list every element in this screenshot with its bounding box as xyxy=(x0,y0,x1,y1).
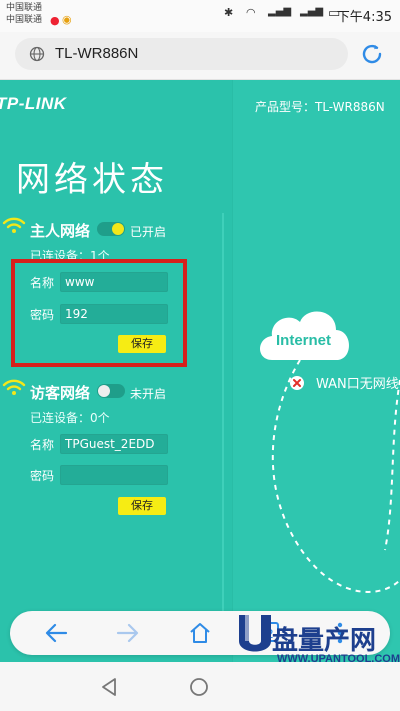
home-icon[interactable] xyxy=(188,621,212,645)
toggle-knob xyxy=(98,385,110,397)
guest-name-field[interactable]: TPGuest_2EDD xyxy=(60,434,168,454)
watermark-text: 盘量产网 xyxy=(272,626,377,656)
wan-status: WAN口无网线 xyxy=(316,377,399,392)
guest-network-connected: 已连设备：0个 xyxy=(30,411,110,425)
url-text: TL-WR886N xyxy=(55,45,139,62)
globe-icon xyxy=(29,46,45,62)
guest-network-title: 访客网络 xyxy=(30,384,91,402)
watermark-logo-icon xyxy=(239,615,271,652)
carrier-2: 中国联通 xyxy=(6,15,43,25)
wifi-icon xyxy=(2,217,26,233)
notification-icon: ● xyxy=(50,14,60,27)
refresh-icon[interactable] xyxy=(360,42,384,66)
guest-network-state: 未开启 xyxy=(130,387,167,401)
nav-home-icon[interactable] xyxy=(189,677,209,697)
main-network-toggle[interactable] xyxy=(97,222,125,236)
signal-icon: ▂▄▆ xyxy=(268,6,292,17)
guest-name-label: 名称 xyxy=(30,438,55,452)
address-bar: TL-WR886N xyxy=(0,32,400,80)
bluetooth-icon: ✱ xyxy=(224,6,234,19)
network-topology-diagram xyxy=(271,359,400,593)
signal-icon: ▂▄▆ xyxy=(300,6,324,17)
guest-network-toggle[interactable] xyxy=(97,384,125,398)
forward-arrow-icon[interactable] xyxy=(116,622,140,644)
status-bar: 中国联通 中国联通 ● ◉ ✱ ◠ ▂▄▆ ▂▄▆ ▭ 下午4:35 xyxy=(0,0,400,32)
page-title: 网络状态 xyxy=(16,160,168,200)
carrier-1: 中国联通 xyxy=(6,3,43,13)
internet-label: Internet xyxy=(276,332,332,349)
guest-save-button[interactable]: 保存 xyxy=(118,497,166,515)
guest-password-label: 密码 xyxy=(30,469,55,483)
highlight-box xyxy=(11,259,187,367)
wifi-icon xyxy=(2,379,26,395)
router-page: TP-LINK 产品型号：TL-WR886N 网络状态 主人网络 已开启 已连设… xyxy=(0,80,400,662)
notification-icon: ◉ xyxy=(62,13,72,26)
toggle-knob xyxy=(112,223,124,235)
back-arrow-icon[interactable] xyxy=(44,622,68,644)
nav-back-icon[interactable] xyxy=(100,677,118,697)
error-icon xyxy=(290,376,304,390)
main-network-title: 主人网络 xyxy=(30,222,91,240)
main-network-state: 已开启 xyxy=(130,225,167,239)
brand-logo: TP-LINK xyxy=(0,94,67,113)
guest-password-field[interactable] xyxy=(60,465,168,485)
wifi-signal-icon: ◠ xyxy=(246,6,256,19)
panel-divider xyxy=(222,213,224,613)
watermark-url: WWW.UPANTOOL.COM xyxy=(277,653,400,665)
system-nav-bar xyxy=(0,662,400,711)
url-field[interactable]: TL-WR886N xyxy=(15,38,348,70)
clock: 下午4:35 xyxy=(336,10,392,25)
